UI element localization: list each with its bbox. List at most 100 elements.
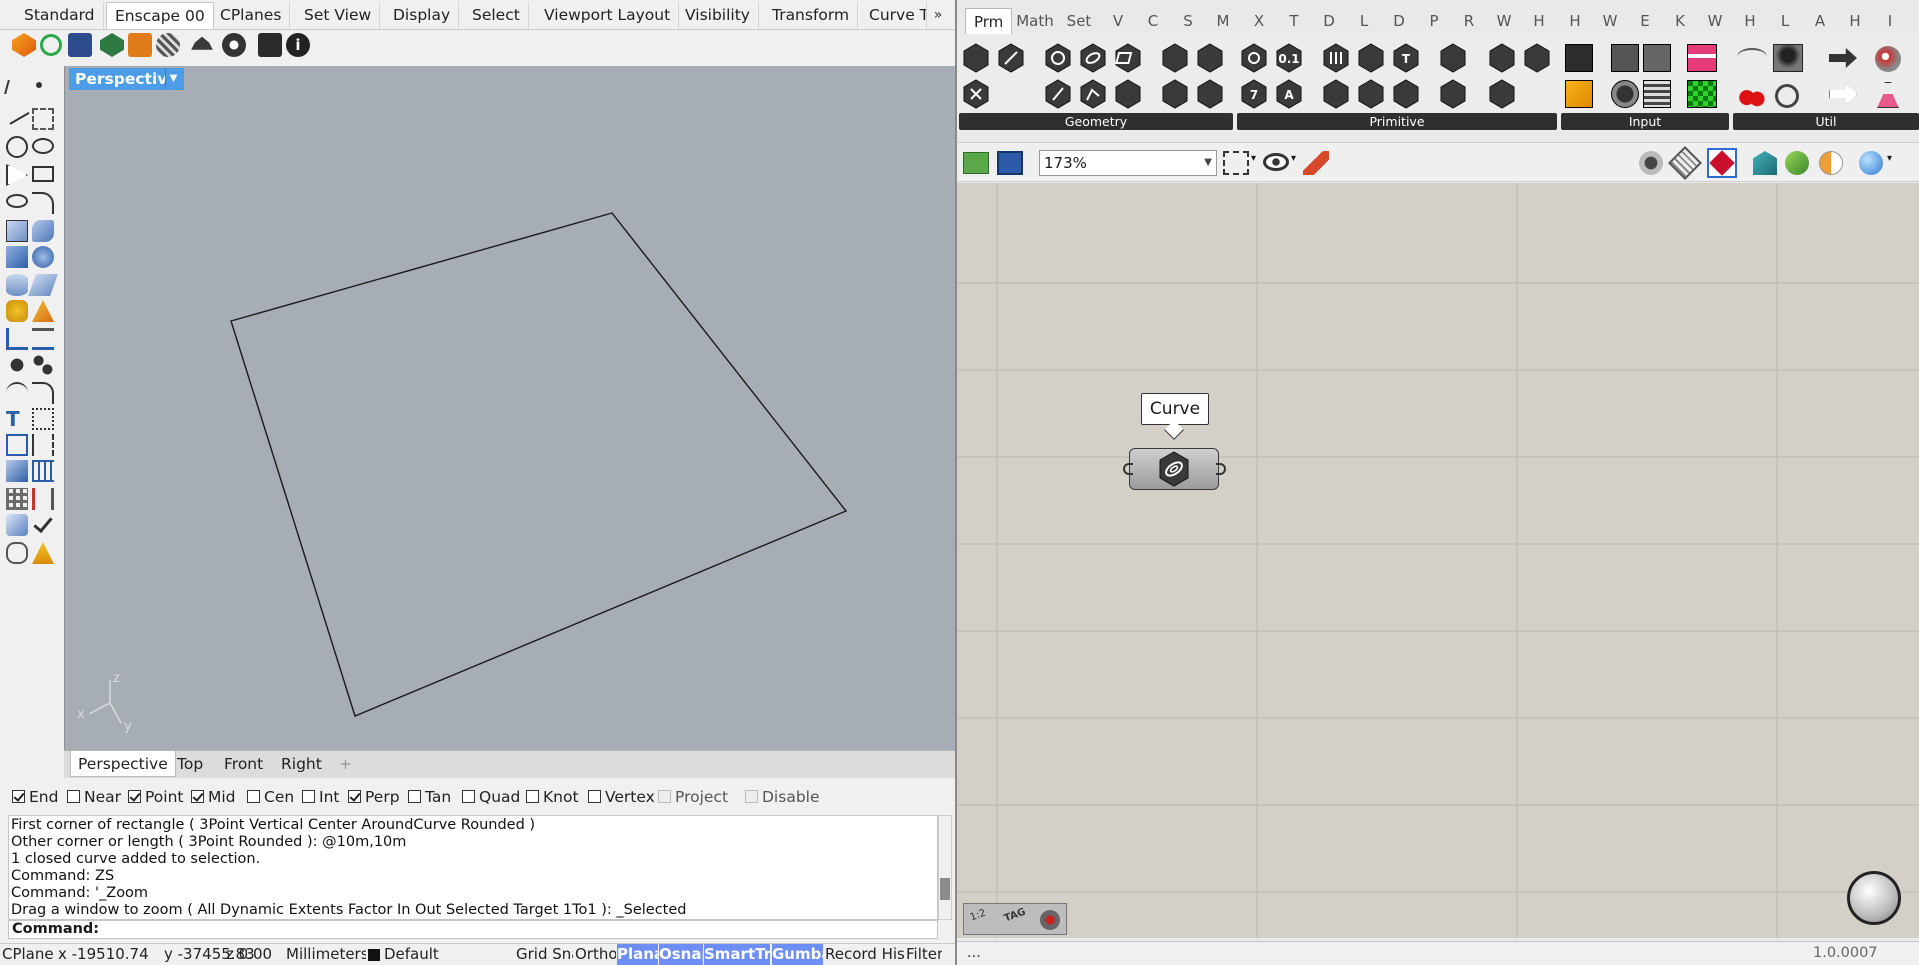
galapagos-tree-icon[interactable] [1773,44,1803,72]
button-object-icon[interactable] [1611,80,1639,108]
mirror-icon[interactable] [32,434,54,456]
value-list-icon[interactable] [1643,80,1671,108]
osnap-disable[interactable]: Disable [745,787,820,807]
cherry-icon[interactable] [1739,82,1765,108]
arrow-right-icon[interactable] [1829,48,1857,68]
checkbox-mid[interactable] [191,790,204,803]
digit-scroller-icon[interactable] [1643,44,1671,72]
zoom-extents-icon[interactable] [1223,151,1249,175]
cluster-glasses-icon[interactable] [1737,48,1767,66]
select-arrow-icon[interactable] [4,80,16,94]
gh-tab-w[interactable]: W [1494,8,1514,34]
ellipse-icon[interactable] [32,138,54,154]
circle-param-icon[interactable] [1045,43,1071,73]
checkbox-cen[interactable] [247,790,260,803]
gh-tab-r[interactable]: R [1459,8,1479,34]
tab-visibility[interactable]: Visibility [677,2,759,29]
enscape-start-icon[interactable] [12,33,36,57]
zoom-level-dropdown[interactable]: 173% ▼ [1039,150,1217,176]
gradient-icon[interactable] [1687,44,1717,72]
gh-tab-m[interactable]: M [1213,8,1233,34]
toggle-planar[interactable]: Planar [617,944,658,965]
checkbox-knot[interactable] [526,790,539,803]
osnap-perp[interactable]: Perp [348,787,400,807]
gh-tab-l2[interactable]: L [1775,8,1795,34]
curve-param-icon[interactable] [1080,43,1106,73]
gh-tab-t[interactable]: T [1284,8,1304,34]
sketch-pen-icon[interactable] [1303,151,1329,175]
osnap-project[interactable]: Project [658,787,728,807]
tab-curve-tools[interactable]: Curve To [861,2,927,29]
gh-tab-x[interactable]: X [1249,8,1269,34]
gh-tab-prm[interactable]: Prm [965,8,1013,34]
rectangle-icon[interactable] [32,166,54,182]
osnap-tan[interactable]: Tan [408,787,451,807]
checkbox-point[interactable] [128,790,141,803]
checkbox-int[interactable] [302,790,315,803]
extrude-icon[interactable] [27,274,59,296]
gh-tab-set[interactable]: Set [1062,8,1096,34]
dimension-icon[interactable] [32,408,54,430]
gh-tab-v[interactable]: V [1108,8,1128,34]
history-scrollbar[interactable] [938,815,952,920]
preview-off-icon[interactable] [1639,151,1663,175]
point-param-icon[interactable] [963,43,989,73]
render-icon[interactable] [6,514,28,536]
surface-param-icon[interactable] [1115,43,1141,73]
wireframe-preview-icon[interactable] [1668,146,1702,180]
vtab-front[interactable]: Front [217,751,270,777]
tab-cplanes[interactable]: CPlanes [212,2,291,29]
osnap-quad[interactable]: Quad [462,787,520,807]
material-editor-icon[interactable] [128,33,152,57]
shaded-preview-toggle[interactable] [1707,148,1737,178]
gh-tab-k[interactable]: K [1670,8,1690,34]
profiler-icon[interactable] [1040,910,1060,930]
check-icon[interactable] [33,512,53,534]
tab-enscape[interactable]: Enscape 00 [106,2,214,29]
command-input[interactable]: Command: [8,920,938,939]
tab-viewport-layout[interactable]: Viewport Layout [536,2,680,29]
panel-primitive-label[interactable]: Primitive [1237,113,1557,130]
info-icon[interactable]: i [286,33,310,57]
solid-edit-icon[interactable] [6,460,28,482]
generic-param-icon[interactable] [1440,79,1466,109]
gh-tab-h2[interactable]: H [1565,8,1585,34]
polyline-param-icon[interactable] [1080,79,1106,109]
plane-param-icon[interactable] [1115,79,1141,109]
gh-tab-h3[interactable]: H [1740,8,1760,34]
checkbox-end[interactable] [12,790,25,803]
join-icon[interactable] [32,328,54,350]
culture-param-icon[interactable] [1358,43,1384,73]
vtab-top[interactable]: Top [170,751,210,777]
status-cplane[interactable]: CPlane [2,944,58,965]
asset-library-icon[interactable] [100,33,124,57]
display-chevron-icon[interactable]: ▾ [1887,153,1892,164]
text-icon[interactable]: T [6,408,28,430]
curve-cv-icon[interactable] [32,108,54,130]
box-icon[interactable] [6,246,28,268]
toggle-osnap[interactable]: Osnap [659,944,703,965]
brep-param-icon[interactable] [1162,43,1188,73]
guid-param-icon[interactable] [1489,79,1515,109]
tab-standard[interactable]: Standard [16,2,104,29]
polygon-icon[interactable] [6,164,28,186]
lasso-icon[interactable] [6,542,28,564]
document-preview-settings-icon[interactable] [1819,151,1843,175]
osnap-point[interactable]: Point [128,787,184,807]
checkbox-quad[interactable] [462,790,475,803]
box-param-icon[interactable] [1162,79,1188,109]
point-icon[interactable] [36,82,42,88]
curve-param-component[interactable] [1123,448,1226,490]
gh-tab-d[interactable]: D [1319,8,1339,34]
panel-util-label[interactable]: Util [1733,113,1919,130]
tab-set-view[interactable]: Set View [296,2,381,29]
rectangle-curve[interactable] [230,212,848,717]
upload-cloud-icon[interactable] [191,36,213,50]
toggle-gumball[interactable]: Gumball [772,944,823,965]
gh-tab-math[interactable]: Math [1015,8,1055,34]
scrollbar-thumb[interactable] [940,878,950,900]
domain-param-icon[interactable] [1323,79,1349,109]
osnap-int[interactable]: Int [302,787,339,807]
cylinder-icon[interactable] [6,274,28,296]
gh-tab-s[interactable]: S [1178,8,1198,34]
